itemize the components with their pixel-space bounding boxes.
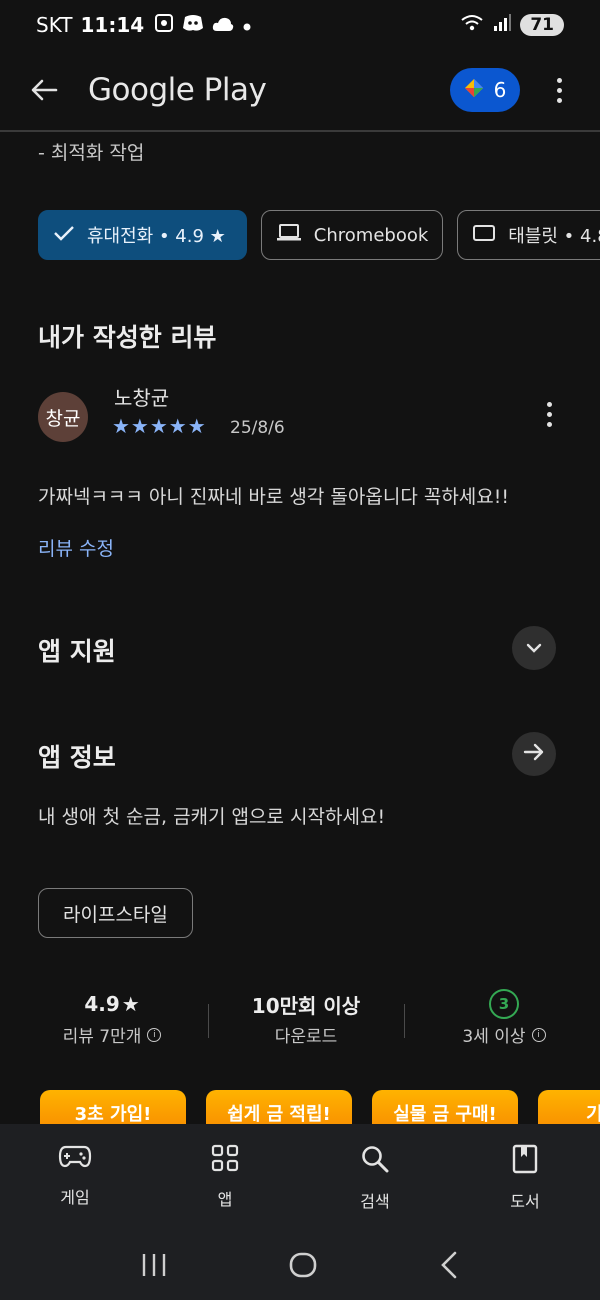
- battery-icon: 71: [520, 14, 564, 36]
- arrow-right-icon: [523, 742, 545, 766]
- nav-label: 게임: [60, 1188, 90, 1207]
- screenshot-banner[interactable]: 쉽게 금 적립!: [206, 1090, 352, 1124]
- app-support-title: 앱 지원: [38, 637, 116, 666]
- edit-review-link[interactable]: 리뷰 수정: [38, 534, 114, 561]
- divider: [404, 1004, 405, 1038]
- app-title: Google Play: [88, 72, 267, 108]
- stats-row: 4.9 ★ 리뷰 7만개 i 10만회 이상 다운로드 3 3세 이상 i: [0, 988, 600, 1058]
- nav-apps[interactable]: 앱: [150, 1124, 300, 1234]
- downloads-stat: 10만회 이상 다운로드: [236, 988, 376, 1048]
- screenshot-banner[interactable]: 실물 금 구매!: [372, 1090, 518, 1124]
- home-icon[interactable]: [288, 1250, 318, 1284]
- rating-stat: 4.9 ★ 리뷰 7만개 i: [52, 988, 172, 1047]
- divider: [208, 1004, 209, 1038]
- downloads-label: 다운로드: [274, 1027, 338, 1047]
- expand-support-button[interactable]: [512, 626, 556, 670]
- check-icon: [53, 224, 75, 247]
- back-icon[interactable]: [438, 1250, 460, 1284]
- search-icon: [360, 1144, 390, 1178]
- app-bar: Google Play 6: [0, 50, 600, 132]
- status-bar: SKT 11:14 71: [0, 0, 600, 50]
- nav-books[interactable]: 도서: [450, 1124, 600, 1234]
- nav-label: 검색: [360, 1192, 390, 1211]
- downloads-value: 10만회 이상: [251, 993, 361, 1018]
- cloud-icon: [212, 13, 234, 37]
- nav-search[interactable]: 검색: [300, 1124, 450, 1234]
- app-detail-content[interactable]: - 최적화 작업 휴대전화 • 4.9 ★ Chromebook 태블릿 • 4…: [0, 134, 600, 1124]
- screenshot-icon: [154, 13, 174, 38]
- star-rating: ★★★★★: [112, 414, 207, 438]
- screenshot-banner[interactable]: 기프티: [538, 1090, 600, 1124]
- carrier-label: SKT: [36, 13, 73, 37]
- system-nav-bar: [0, 1234, 600, 1300]
- app-description: 내 생애 첫 순금, 금캐기 앱으로 시작하세요!: [38, 806, 386, 828]
- category-chip[interactable]: 라이프스타일: [38, 888, 193, 938]
- back-arrow-icon[interactable]: [26, 72, 62, 108]
- avatar: 창균: [38, 392, 88, 442]
- whats-new-text: - 최적화 작업: [38, 142, 145, 164]
- rating-count: 리뷰 7만개: [62, 1027, 142, 1047]
- bottom-nav: 게임 앱 검색 도서: [0, 1124, 600, 1234]
- chip-label: 태블릿 • 4.8 ★: [508, 226, 600, 247]
- play-points-icon: [464, 78, 484, 103]
- play-points-button[interactable]: 6: [450, 68, 520, 112]
- app-info-button[interactable]: [512, 732, 556, 776]
- review-date: 25/8/6: [230, 418, 285, 438]
- discord-icon: [182, 13, 204, 37]
- laptop-icon: [276, 223, 302, 248]
- info-icon[interactable]: i: [147, 1027, 162, 1042]
- chip-phone[interactable]: 휴대전화 • 4.9 ★: [38, 210, 247, 260]
- age-label: 3세 이상: [462, 1027, 526, 1047]
- review-more-icon[interactable]: [547, 402, 552, 427]
- book-icon: [512, 1144, 538, 1178]
- screenshot-carousel[interactable]: 3초 가입! 쉽게 금 적립! 실물 금 구매! 기프티: [40, 1090, 600, 1124]
- more-vert-icon[interactable]: [544, 77, 574, 103]
- chip-label: Chromebook: [313, 224, 429, 246]
- gamepad-icon: [58, 1144, 92, 1174]
- my-review-title: 내가 작성한 리뷰: [38, 323, 217, 352]
- chip-tablet[interactable]: 태블릿 • 4.8 ★: [457, 210, 600, 260]
- wifi-icon: [460, 13, 484, 38]
- clock: 11:14: [80, 13, 145, 37]
- chip-chromebook[interactable]: Chromebook: [260, 210, 444, 260]
- tablet-icon: [472, 223, 496, 248]
- nav-label: 도서: [510, 1192, 540, 1211]
- signal-icon: [492, 13, 512, 38]
- chevron-down-icon: [525, 639, 543, 658]
- rating-value: 4.9: [84, 992, 120, 1016]
- age-stat: 3 3세 이상 i: [444, 988, 564, 1047]
- nav-label: 앱: [217, 1190, 233, 1209]
- app-info-title: 앱 정보: [38, 743, 116, 772]
- screenshot-banner[interactable]: 3초 가입!: [40, 1090, 186, 1124]
- review-text: 가짜넥ㅋㅋㅋ 아니 진짜네 바로 생각 돌아옵니다 꼭하세요!!: [38, 486, 509, 508]
- chip-label: 휴대전화 • 4.9 ★: [87, 226, 226, 247]
- apps-grid-icon: [211, 1144, 239, 1176]
- age-rating-icon: 3: [489, 989, 519, 1019]
- info-icon[interactable]: i: [531, 1027, 546, 1042]
- review-header: 창균 노창균 ★★★★★ 25/8/6: [38, 378, 562, 448]
- recents-icon[interactable]: [140, 1252, 168, 1282]
- nav-games[interactable]: 게임: [0, 1124, 150, 1234]
- device-chip-row: 휴대전화 • 4.9 ★ Chromebook 태블릿 • 4.8 ★: [38, 210, 600, 260]
- star-icon: ★: [121, 992, 140, 1016]
- reviewer-name: 노창균: [114, 386, 170, 410]
- points-count: 6: [493, 78, 507, 102]
- dot-icon: [242, 13, 252, 37]
